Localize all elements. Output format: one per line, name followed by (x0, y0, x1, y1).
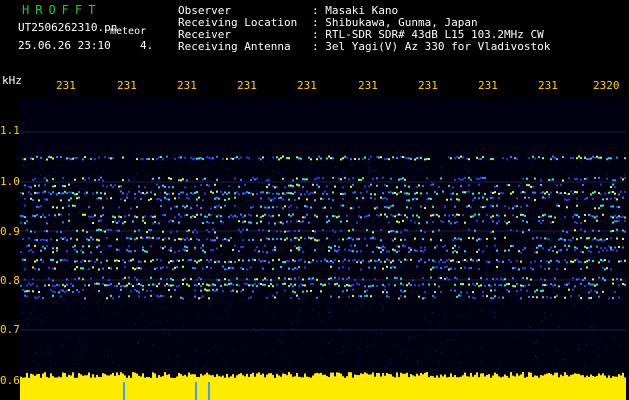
time-tick: 2320 (593, 79, 620, 92)
receiver-value: : RTL-SDR SDR# 43dB L15 103.2MHz CW (312, 28, 544, 41)
frequency-tick: 0.7 (0, 323, 20, 336)
time-tick: 231 (538, 79, 558, 92)
date-time: 25.06.26 23:10 (18, 39, 111, 52)
plot-background (20, 100, 626, 400)
file-type-label: meteor (110, 26, 147, 37)
time-tick: 231 (418, 79, 438, 92)
time-tick: 231 (237, 79, 257, 92)
antenna-value: : 3el Yagi(V) Az 330 for Vladivostok (312, 40, 551, 53)
signal-level-bar (20, 380, 626, 400)
time-tick: 231 (177, 79, 197, 92)
antenna-label: Receiving Antenna (178, 40, 291, 53)
app-title: HROFFT (22, 3, 102, 17)
time-tick: 231 (297, 79, 317, 92)
observer-value: : Masaki Kano (312, 4, 399, 17)
frequency-tick: 0.8 (0, 274, 20, 287)
time-tick: 231 (56, 79, 76, 92)
frequency-tick: 0.6 (0, 374, 20, 387)
time-tick: 231 (117, 79, 137, 92)
location-value: : Shibukawa, Gunma, Japan (312, 16, 478, 29)
location-label: Receiving Location (178, 16, 298, 29)
observer-label: Observer (178, 4, 231, 17)
time-tick: 231 (478, 79, 498, 92)
date-time-sub: 4. (140, 39, 154, 52)
receiver-label: Receiver (178, 28, 231, 41)
time-tick: 231 (358, 79, 378, 92)
frequency-tick: 1.1 (0, 124, 20, 137)
spectrogram-plot (20, 100, 626, 400)
frequency-tick: 1.0 (0, 175, 20, 188)
frequency-tick: 0.9 (0, 225, 20, 238)
file-name: UT2506262310.pn (18, 21, 118, 34)
frequency-unit-label: kHz (2, 74, 22, 87)
